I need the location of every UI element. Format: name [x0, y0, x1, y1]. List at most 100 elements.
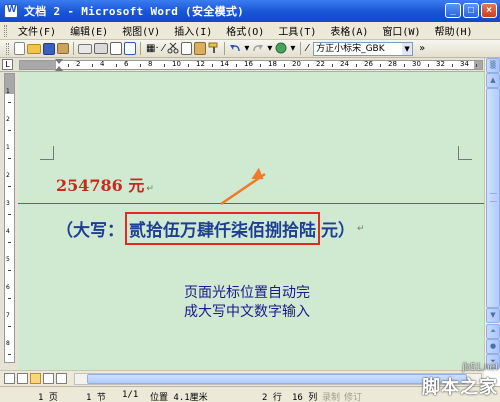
vertical-ruler-tick	[8, 242, 11, 243]
toolbar-grip-icon[interactable]	[6, 42, 9, 55]
indent-marker-icon[interactable]	[55, 59, 63, 71]
menubar-grip-icon[interactable]	[4, 24, 7, 37]
undo-dropdown-icon[interactable]: ▾	[244, 43, 249, 54]
toolbar-separator	[300, 42, 302, 55]
ruler-number: 14	[220, 60, 229, 68]
paste-icon[interactable]	[194, 42, 207, 55]
horizontal-scroll-thumb[interactable]	[87, 374, 467, 384]
toolbar-separator	[140, 42, 141, 55]
word-app-icon[interactable]	[4, 4, 18, 18]
vertical-ruler-tick	[8, 270, 11, 271]
redo-icon[interactable]	[252, 42, 264, 55]
ruler-number: 26	[364, 60, 373, 68]
ruler-number: 32	[436, 60, 445, 68]
ruler-number: 22	[316, 60, 325, 68]
format-painter-icon[interactable]	[208, 42, 220, 55]
status-column: 16 列	[292, 393, 318, 402]
menu-view[interactable]: 视图(V)	[115, 23, 167, 38]
ruler-tick	[452, 64, 453, 67]
minimize-button[interactable]: _	[445, 3, 461, 18]
print-preview-icon[interactable]	[110, 42, 122, 55]
vertical-ruler-tick	[8, 158, 11, 159]
browse-object-button[interactable]: ●	[486, 339, 500, 354]
ruler-number: 12	[196, 60, 205, 68]
menu-format[interactable]: 格式(O)	[219, 23, 271, 38]
ruler-number: 30	[412, 60, 421, 68]
status-revise[interactable]: 修订	[344, 390, 362, 402]
save-icon[interactable]	[43, 42, 55, 55]
menu-help[interactable]: 帮助(H)	[428, 23, 480, 38]
style-pane-icon[interactable]: ⁄	[306, 43, 308, 54]
horizontal-scrollbar[interactable]	[74, 373, 482, 385]
menu-window[interactable]: 窗口(W)	[375, 23, 427, 38]
ruler-tick	[68, 64, 69, 67]
permission-icon[interactable]	[57, 43, 69, 54]
outline-view-icon[interactable]	[43, 373, 54, 384]
ruler-number: 16	[244, 60, 253, 68]
window-title: 文档 2 - Microsoft Word (安全模式)	[24, 5, 245, 18]
vertical-ruler[interactable]: 1 2 1 2 3 4 5 6 7 8	[4, 73, 15, 363]
ruler-tick	[260, 64, 261, 67]
ruler-tick	[236, 64, 237, 67]
new-document-icon[interactable]	[14, 42, 25, 55]
toolbar-options-icon[interactable]: »	[419, 43, 425, 54]
status-record[interactable]: 录制	[322, 390, 340, 402]
ruler-tick	[428, 64, 429, 67]
normal-view-icon[interactable]	[4, 373, 15, 384]
web-icon[interactable]	[275, 42, 287, 55]
research-icon[interactable]: ▦·	[146, 43, 159, 54]
horizontal-ruler-bar: L 24681012141618202224262830323436	[0, 58, 500, 72]
toolbar-separator	[73, 42, 74, 55]
ruler-tick	[92, 64, 93, 67]
vertical-ruler-number: 2	[6, 116, 10, 123]
vertical-ruler-tick	[8, 354, 11, 355]
next-page-button[interactable]: ⏷	[486, 354, 500, 369]
copy-icon[interactable]	[181, 42, 193, 55]
ruler-tick	[404, 64, 405, 67]
print-icon[interactable]	[94, 43, 108, 54]
menu-edit[interactable]: 编辑(E)	[63, 23, 115, 38]
email-icon[interactable]	[78, 43, 92, 54]
scroll-down-button[interactable]: ▼	[486, 308, 500, 323]
ruler-left-margin	[20, 61, 56, 69]
previous-page-button[interactable]: ⏶	[486, 324, 500, 339]
status-section: 1 节	[86, 393, 106, 402]
close-button[interactable]: ×	[481, 3, 497, 18]
chevron-down-icon[interactable]: ▼	[402, 42, 413, 55]
vertical-ruler-number: 1	[6, 144, 10, 151]
open-folder-icon[interactable]	[27, 43, 41, 54]
vertical-ruler-tick	[8, 130, 11, 131]
menu-table[interactable]: 表格(A)	[323, 23, 375, 38]
vertical-scrollbar[interactable]: ▒ ▲ ▼ ⏶ ● ⏷	[484, 58, 500, 370]
document-page[interactable]: 254786 元 ↵ （大写： 贰拾伍万肆仟柒佰捌拾陆 元） ↵ 页面光标位置自动完…	[18, 72, 484, 370]
cut-icon[interactable]	[167, 42, 179, 55]
menu-insert[interactable]: 插入(I)	[167, 23, 219, 38]
vertical-ruler-tick	[8, 214, 11, 215]
spelling-icon[interactable]	[124, 42, 136, 55]
maximize-button[interactable]: □	[463, 3, 479, 18]
print-layout-icon[interactable]	[30, 373, 41, 384]
ruler-tick	[284, 64, 285, 67]
scroll-thumb[interactable]	[486, 88, 500, 308]
font-name-select[interactable]: 方正小标宋_GBK ▼	[313, 41, 414, 56]
font-name-value: 方正小标宋_GBK	[316, 43, 385, 54]
undo-icon[interactable]	[229, 42, 241, 55]
annotation-text: 页面光标位置自动完 成大写中文数字输入	[184, 285, 310, 320]
horizontal-ruler[interactable]: 24681012141618202224262830323436	[19, 59, 493, 71]
research-chevron-icon[interactable]: ⁄	[163, 43, 165, 54]
vertical-ruler-tick	[8, 326, 11, 327]
ruler-toggle-icon[interactable]: ▒	[486, 58, 500, 73]
tab-selector-icon[interactable]: L	[2, 59, 13, 70]
scroll-up-button[interactable]: ▲	[486, 73, 500, 88]
vertical-ruler-number: 3	[6, 200, 10, 207]
web-view-icon[interactable]	[17, 373, 28, 384]
redo-dropdown-icon[interactable]: ▾	[267, 43, 272, 54]
web-dropdown-icon[interactable]: ▾	[290, 43, 295, 54]
reading-view-icon[interactable]	[56, 373, 67, 384]
ruler-number: 10	[172, 60, 181, 68]
menu-file[interactable]: 文件(F)	[11, 23, 63, 38]
menu-tools[interactable]: 工具(T)	[271, 23, 323, 38]
ruler-tick	[140, 64, 141, 67]
vertical-ruler-tick	[8, 186, 11, 187]
status-page: 1 页	[38, 393, 58, 402]
